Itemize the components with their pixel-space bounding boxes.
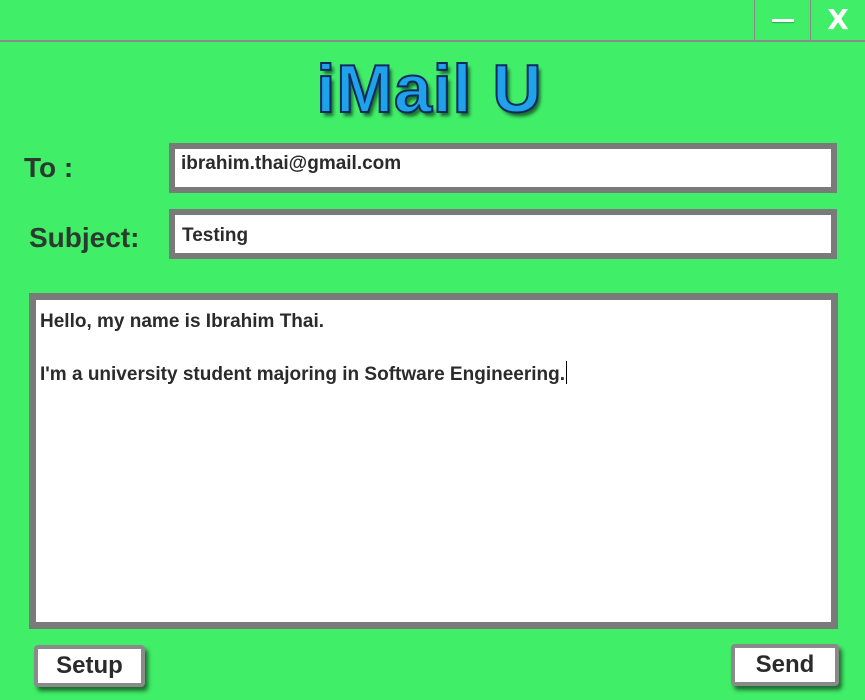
minimize-button[interactable] [754,0,810,40]
send-button[interactable]: Send [731,644,839,686]
close-icon: X [827,3,849,36]
message-body-line-text: I'm a university student majoring in Sof… [40,364,565,385]
message-body-textarea[interactable]: Hello, my name is Ibrahim Thai. I'm a un… [29,293,838,629]
app-logo-text: iMail U [315,50,543,128]
close-button[interactable]: X [810,0,865,40]
message-body-line [40,335,827,361]
text-caret [566,361,567,384]
minimize-icon [771,18,794,22]
subject-label: Subject: [29,222,140,253]
message-body-line: Hello, my name is Ibrahim Thai. [40,311,325,332]
imail-window: X iMail U To : ibrahim.thai@gmail.com Su… [0,0,865,700]
message-body-line: I'm a university student majoring in Sof… [40,361,827,388]
subject-field[interactable]: Testing [169,209,837,259]
titlebar-divider [0,40,865,42]
setup-button[interactable]: Setup [34,645,145,687]
to-label: To : [24,152,74,183]
app-logo: iMail U [0,50,865,128]
to-field[interactable]: ibrahim.thai@gmail.com [169,143,837,193]
